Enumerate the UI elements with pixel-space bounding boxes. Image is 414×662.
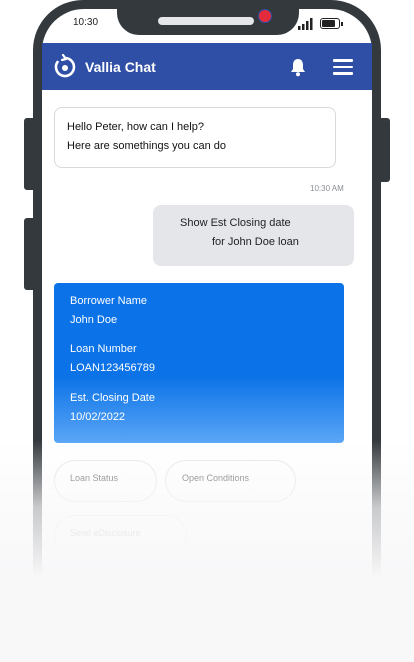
chat-logo-icon bbox=[54, 54, 76, 78]
bot-message-line: Hello Peter, how can I help? bbox=[67, 121, 204, 133]
bot-message-bubble: Hello Peter, how can I help? Here are so… bbox=[54, 107, 336, 168]
hamburger-menu-icon[interactable] bbox=[333, 59, 353, 75]
borrower-name-label: Borrower Name bbox=[70, 295, 148, 307]
loan-status-chip[interactable]: Loan Status bbox=[54, 460, 157, 502]
bot-message-line: Here are somethings you can do bbox=[67, 140, 226, 152]
status-time: 10:30 bbox=[73, 17, 99, 28]
phone-speaker bbox=[158, 17, 254, 25]
user-message-line: for John Doe loan bbox=[212, 236, 299, 248]
app-header: Vallia Chat bbox=[42, 43, 372, 90]
message-timestamp: 10:30 AM bbox=[310, 184, 344, 193]
user-message-line: Show Est Closing date bbox=[180, 217, 291, 229]
closing-date-label: Est. Closing Date bbox=[70, 392, 155, 404]
borrower-name-value: John Doe bbox=[70, 314, 118, 326]
signal-icon bbox=[298, 18, 313, 30]
loan-number-label: Loan Number bbox=[70, 343, 137, 355]
loan-number-value: LOAN123456789 bbox=[70, 362, 156, 374]
notification-badge bbox=[258, 9, 272, 23]
loan-info-card: Borrower Name John Doe Loan Number LOAN1… bbox=[54, 283, 344, 443]
closing-date-value: 10/02/2022 bbox=[70, 411, 126, 423]
bell-icon[interactable] bbox=[288, 57, 308, 77]
open-conditions-chip[interactable]: Open Conditions bbox=[165, 460, 296, 502]
app-title: Vallia Chat bbox=[85, 59, 156, 75]
send-edisclosure-chip[interactable]: Send eDisclosure bbox=[54, 515, 187, 557]
user-message-bubble: Show Est Closing date for John Doe loan bbox=[153, 205, 354, 266]
battery-icon bbox=[320, 18, 343, 29]
